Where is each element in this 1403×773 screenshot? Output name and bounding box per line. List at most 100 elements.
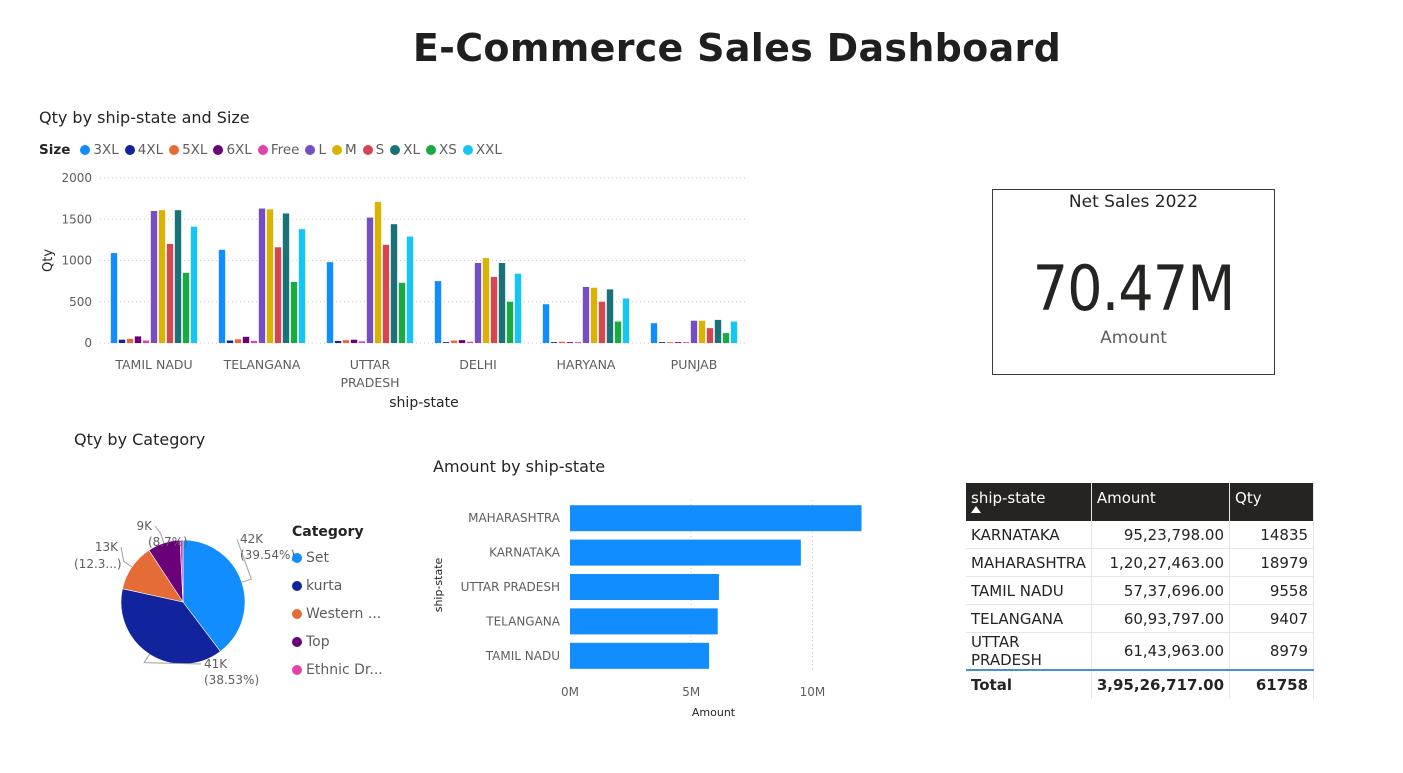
table-cell: 8979 — [1229, 632, 1315, 671]
bar-XL — [282, 213, 290, 343]
bar-XS — [614, 321, 622, 343]
category-legend-item[interactable]: Ethnic Dr... — [292, 656, 383, 684]
size-legend-item[interactable]: S — [362, 142, 385, 158]
y-tick-label: TELANGANA — [485, 614, 561, 628]
legend-dot-icon — [80, 145, 91, 155]
table-row[interactable]: TELANGANA 60,93,797.00 9407 — [966, 604, 1315, 633]
size-legend-item[interactable]: XL — [390, 142, 420, 158]
x-tick-label: 0M — [561, 685, 579, 699]
pie-data-label-pct: (39.54%) — [240, 548, 295, 562]
table-row[interactable]: KARNATAKA 95,23,798.00 14835 — [966, 521, 1315, 549]
bar-S — [706, 328, 714, 343]
bar — [570, 642, 710, 669]
legend-dot-icon — [292, 581, 302, 591]
table-row[interactable]: MAHARASHTRA 1,20,27,463.00 18979 — [966, 548, 1315, 577]
size-legend-item[interactable]: XS — [426, 142, 457, 158]
category-legend-item[interactable]: Western ... — [292, 600, 383, 628]
category-legend-item[interactable]: Set — [292, 544, 383, 572]
y-tick-label: KARNATAKA — [489, 546, 561, 560]
card-label: Amount — [1100, 328, 1167, 348]
bar-4XL — [658, 342, 666, 343]
size-legend-item[interactable]: L — [305, 142, 326, 158]
bar-3XL — [110, 253, 118, 343]
size-legend-item[interactable]: XXL — [462, 142, 502, 158]
bar-XL — [606, 289, 614, 343]
size-legend-label: S — [375, 142, 385, 158]
y-tick-label: 500 — [69, 295, 92, 309]
table-cell: 9407 — [1229, 604, 1315, 633]
y-tick-label: MAHARASHTRA — [468, 511, 561, 525]
pie-data-label: 9K — [136, 519, 153, 533]
table-cell: 95,23,798.00 — [1091, 521, 1231, 549]
bar-M — [158, 210, 166, 343]
size-legend-item[interactable]: Free — [257, 142, 300, 158]
x-tick-label: TELANGANA — [223, 357, 301, 372]
bar-3XL — [434, 281, 442, 343]
category-legend[interactable]: Category Set kurta Western ... Top Ethnic Dr… — [292, 524, 383, 684]
table-total-cell: 61758 — [1229, 669, 1315, 699]
size-legend-item[interactable]: 4XL — [124, 142, 164, 158]
size-legend-label: 6XL — [226, 142, 252, 158]
bar-XXL — [190, 226, 198, 343]
size-legend[interactable]: Size 3XL 4XL 5XL 6XL Free L M S XL XS XXL — [39, 142, 504, 158]
size-legend-label: 4XL — [137, 142, 164, 158]
legend-dot-icon — [292, 553, 302, 563]
state-table[interactable]: ship-state Amount Qty KARNATAKA 95,23,798… — [966, 483, 1315, 699]
bar-6XL — [674, 342, 682, 343]
bar-5XL — [234, 339, 242, 343]
table-cell: MAHARASHTRA — [966, 548, 1092, 577]
bar-5XL — [558, 341, 566, 343]
bar-XL — [498, 262, 506, 343]
bar-Free — [358, 341, 366, 343]
x-tick-label: 10M — [800, 685, 826, 699]
y-tick-label: UTTAR PRADESH — [461, 580, 560, 594]
bar-4XL — [550, 342, 558, 343]
table-cell: 60,93,797.00 — [1091, 604, 1231, 633]
category-pie-chart[interactable]: 42K (39.54%) 41K (38.53%) 13K (12.3...) 9K (8.7… — [60, 505, 295, 695]
legend-dot-icon — [292, 609, 302, 619]
table-cell: TELANGANA — [966, 604, 1092, 633]
pie-data-label-pct: (12.3...) — [74, 557, 122, 571]
pie-data-label: 13K — [95, 540, 119, 554]
y-tick-label: 1000 — [61, 254, 92, 268]
size-legend-item[interactable]: 3XL — [80, 142, 119, 158]
amount-bar-chart[interactable]: 0M 5M 10M MAHARASHTRA KARNATAKA UTTAR PRADESH… — [425, 490, 885, 725]
size-legend-item[interactable]: 6XL — [213, 142, 252, 158]
table-row[interactable]: TAMIL NADU 57,37,696.00 9558 — [966, 576, 1315, 605]
bar-XL — [174, 210, 182, 343]
bar-6XL — [350, 339, 358, 343]
x-tick-label: TAMIL NADU — [114, 357, 192, 372]
y-axis-title: Qty — [41, 249, 56, 272]
bar-Free — [250, 340, 258, 343]
pie-data-label: 42K — [240, 532, 264, 546]
category-legend-item[interactable]: kurta — [292, 572, 383, 600]
table-header-amount[interactable]: Amount — [1091, 483, 1231, 521]
x-axis-title: ship-state — [389, 395, 458, 411]
table-cell: 1,20,27,463.00 — [1091, 548, 1231, 577]
x-axis-title: Amount — [692, 706, 736, 719]
table-header-ship-state[interactable]: ship-state — [966, 483, 1092, 521]
size-legend-label: Free — [270, 142, 300, 158]
table-total-row: Total 3,95,26,717.00 61758 — [966, 669, 1315, 699]
table-cell: TAMIL NADU — [966, 576, 1092, 605]
legend-dot-icon — [305, 145, 316, 155]
table-header-qty[interactable]: Qty — [1229, 483, 1315, 521]
size-chart[interactable]: 0 500 1000 1500 2000 Qty TAMIL NADU TELANGANA UT… — [30, 165, 755, 415]
legend-dot-icon — [362, 145, 373, 155]
bar-Free — [574, 342, 582, 343]
bar-Free — [682, 342, 690, 343]
x-tick-label: PRADESH — [340, 375, 399, 390]
size-legend-item[interactable]: 5XL — [169, 142, 207, 158]
size-legend-label: XS — [439, 142, 457, 158]
bar-XS — [290, 281, 298, 343]
sort-ascending-icon[interactable] — [971, 506, 981, 513]
size-legend-item[interactable]: M — [332, 142, 357, 158]
net-sales-card[interactable]: Net Sales 2022 70.47M Amount — [992, 189, 1275, 375]
bar — [570, 608, 718, 635]
table-row[interactable]: UTTAR PRADESH 61,43,963.00 8979 — [966, 632, 1315, 671]
bar-L — [258, 208, 266, 343]
bar-XS — [722, 333, 730, 343]
bar-M — [266, 209, 274, 343]
bar-5XL — [450, 340, 458, 343]
category-legend-item[interactable]: Top — [292, 628, 383, 656]
